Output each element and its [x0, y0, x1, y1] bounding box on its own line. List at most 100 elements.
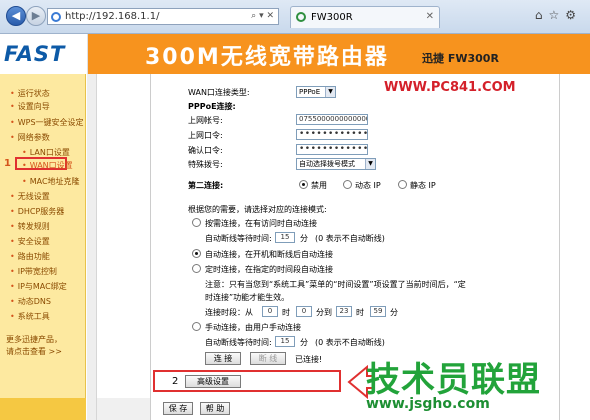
- disconnect-button[interactable]: 断 线: [250, 352, 286, 365]
- browser-tool-icons[interactable]: ⌂☆⚙: [535, 8, 582, 22]
- connect-button[interactable]: 连 接: [205, 352, 241, 365]
- account-label: 上网帐号:: [188, 116, 223, 125]
- sidebar-item-network[interactable]: 网络参数: [10, 132, 50, 143]
- chevron-down-icon: ▼: [325, 87, 335, 97]
- router-title: 300M无线宽带路由器: [145, 45, 389, 70]
- special-dial-label: 特殊拨号:: [188, 160, 223, 169]
- period-to-hour-input[interactable]: 23: [336, 306, 352, 317]
- idle-time-input-2[interactable]: 15: [275, 336, 295, 347]
- idle-unit: 分: [300, 234, 308, 243]
- tab-fw300r[interactable]: FW300R ✕: [290, 6, 440, 28]
- save-button[interactable]: 保 存: [163, 402, 193, 415]
- forward-button[interactable]: ▶: [26, 6, 46, 26]
- help-button[interactable]: 帮 助: [200, 402, 230, 415]
- second-disabled-radio[interactable]: [299, 180, 308, 189]
- wan-type-label: WAN口连接类型:: [188, 88, 250, 97]
- auto-connect-radio[interactable]: [192, 249, 201, 258]
- fast-logo: FAST: [4, 42, 66, 66]
- period-hour-unit-2: 时: [356, 308, 364, 317]
- sidebar-item-bandwidth[interactable]: IP带宽控制: [10, 266, 57, 277]
- more-products-line1: 更多迅捷产品，: [6, 335, 62, 344]
- idle-time-input[interactable]: 15: [275, 232, 295, 243]
- logo-area: FAST: [0, 34, 88, 74]
- step-2-marker: 2: [172, 376, 179, 387]
- router-model: 迅捷 FW300R: [422, 52, 499, 65]
- timed-note-line1: 注意：只有当您到“系统工具”菜单的“时间设置”项设置了当前时间后，“定: [205, 280, 466, 289]
- jsgho-brand-watermark: 技术员联盟: [366, 360, 541, 400]
- sidebar-item-ip-mac-binding[interactable]: IP与MAC绑定: [10, 281, 67, 292]
- idle-unit-2: 分: [300, 338, 308, 347]
- second-disabled-label: 禁用: [311, 181, 327, 190]
- step-1-marker: 1: [4, 158, 11, 169]
- second-static-ip-radio[interactable]: [398, 180, 407, 189]
- second-static-ip-label: 静态 IP: [410, 181, 436, 190]
- advanced-highlight-box: [153, 370, 341, 392]
- chevron-down-icon: ▼: [365, 159, 375, 169]
- more-products-link[interactable]: 更多迅捷产品， 请点击查看 >>: [6, 334, 62, 358]
- sidebar-item-system-tools[interactable]: 系统工具: [10, 311, 50, 322]
- wan-type-select[interactable]: PPPoE ▼: [296, 86, 336, 98]
- idle-note: (0 表示不自动断线): [315, 234, 385, 243]
- sidebar-item-routing[interactable]: 路由功能: [10, 251, 50, 262]
- idle-time-label: 自动断线等待时间:: [205, 234, 272, 243]
- special-dial-select[interactable]: 自动选择拨号模式 ▼: [296, 158, 376, 170]
- auto-connect-label: 自动连接，在开机和断线后自动连接: [205, 250, 333, 259]
- idle-note-2: (0 表示不自动断线): [315, 338, 385, 347]
- sidebar-item-mac-clone[interactable]: MAC地址克隆: [22, 176, 80, 187]
- jsgho-site-watermark: www.jsgho.com: [366, 396, 490, 412]
- url-text: http://192.168.1.1/: [65, 11, 160, 22]
- sidebar-item-wizard[interactable]: 设置向导: [10, 101, 50, 112]
- period-to-minute-input[interactable]: 59: [370, 306, 386, 317]
- timed-connect-label: 定时连接，在指定的时间段自动连接: [205, 265, 333, 274]
- confirm-password-label: 确认口令:: [188, 146, 223, 155]
- wan-type-value: PPPoE: [299, 88, 321, 96]
- pppoe-section-label: PPPoE连接:: [188, 102, 236, 111]
- sidebar-item-wireless[interactable]: 无线设置: [10, 191, 50, 202]
- pc841-watermark: WWW.PC841.COM: [384, 80, 516, 95]
- period-from-hour-input[interactable]: 0: [262, 306, 278, 317]
- period-minute-unit: 分: [390, 308, 398, 317]
- browser-toolbar: ◀ ▶ http://192.168.1.1/ ⌕ ▾ ✕ FW300R ✕ ⌂…: [0, 0, 590, 34]
- on-demand-label: 按需连接，在有访问时自动连接: [205, 219, 317, 228]
- mode-intro-text: 根据您的需要，请选择对应的连接模式:: [188, 205, 327, 214]
- tab-title: FW300R: [311, 12, 353, 23]
- back-button[interactable]: ◀: [6, 6, 26, 26]
- period-from-minute-input[interactable]: 0: [296, 306, 312, 317]
- ie-logo-icon: [51, 12, 61, 22]
- sidebar-item-forwarding[interactable]: 转发规则: [10, 221, 50, 232]
- favicon-icon: [296, 12, 306, 22]
- second-dynamic-ip-label: 动态 IP: [355, 181, 381, 190]
- idle-time-label-2: 自动断线等待时间:: [205, 338, 272, 347]
- special-dial-value: 自动选择拨号模式: [299, 160, 355, 168]
- connection-status: 已连接!: [295, 355, 323, 364]
- password-input[interactable]: ••••••••••••: [296, 129, 368, 140]
- second-connection-label: 第二连接:: [188, 181, 224, 190]
- period-to-label: 分到: [316, 308, 332, 317]
- frame-scrollbar[interactable]: [87, 74, 97, 420]
- on-demand-radio[interactable]: [192, 218, 201, 227]
- address-tools-icon[interactable]: ⌕ ▾ ✕: [251, 11, 274, 21]
- password-label: 上网口令:: [188, 131, 223, 140]
- period-hour-unit: 时: [282, 308, 290, 317]
- timed-connect-radio[interactable]: [192, 264, 201, 273]
- sidebar-item-wan[interactable]: WAN口设置: [22, 160, 73, 171]
- close-tab-icon[interactable]: ✕: [426, 11, 434, 22]
- account-input[interactable]: 0755000000000000: [296, 114, 368, 125]
- sidebar-footer: [0, 398, 86, 420]
- second-dynamic-ip-radio[interactable]: [343, 180, 352, 189]
- sidebar-item-ddns[interactable]: 动态DNS: [10, 296, 51, 307]
- router-header: FAST 300M无线宽带路由器 迅捷 FW300R: [0, 34, 590, 74]
- bottom-strip: [97, 398, 150, 420]
- more-products-line2: 请点击查看 >>: [6, 347, 62, 356]
- sidebar-item-status[interactable]: 运行状态: [10, 88, 50, 99]
- manual-connect-radio[interactable]: [192, 322, 201, 331]
- confirm-password-input[interactable]: ••••••••••••: [296, 144, 368, 155]
- period-label: 连接时段：从: [205, 308, 253, 317]
- sidebar-item-security[interactable]: 安全设置: [10, 236, 50, 247]
- sidebar-item-dhcp[interactable]: DHCP服务器: [10, 206, 65, 217]
- manual-connect-label: 手动连接，由用户手动连接: [205, 323, 301, 332]
- address-bar[interactable]: http://192.168.1.1/ ⌕ ▾ ✕: [47, 8, 279, 25]
- advanced-settings-button[interactable]: 高级设置: [185, 375, 241, 388]
- sidebar-item-wps[interactable]: WPS一键安全设定: [10, 117, 84, 128]
- timed-note-line2: 时连接”功能才能生效。: [205, 293, 290, 302]
